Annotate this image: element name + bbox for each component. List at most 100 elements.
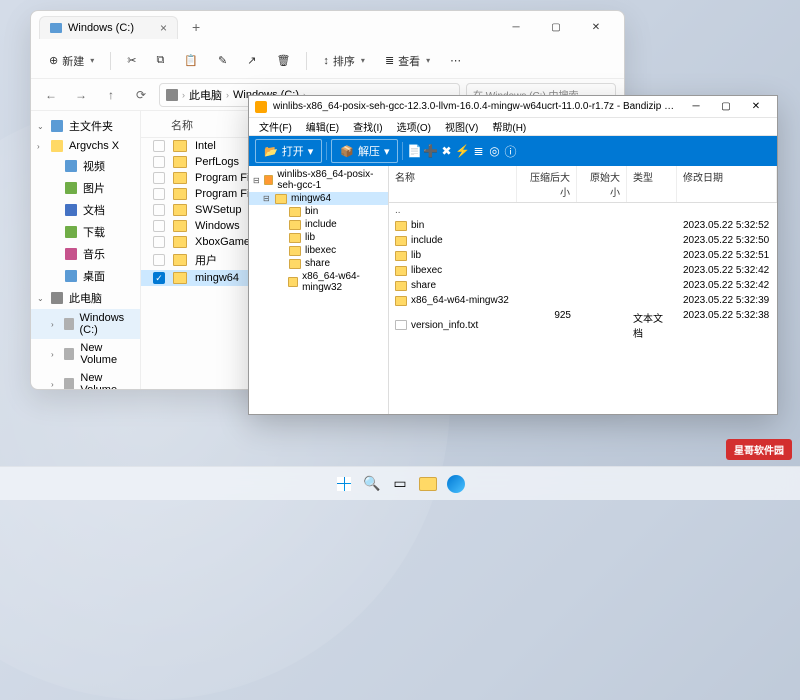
checkbox[interactable] [153,204,165,216]
sidebar-item[interactable]: 音乐 [31,243,140,265]
sidebar-item[interactable]: ⌄主文件夹 [31,115,140,137]
menu-item[interactable]: 视图(V) [439,118,484,135]
folder-icon [173,254,187,266]
more-icon[interactable]: ⋯ [442,50,469,71]
bz-minimize-button[interactable]: ─ [681,97,711,117]
checkbox[interactable] [153,254,165,266]
bz-open-button[interactable]: 📂 打开 ▾ [255,139,322,163]
delete-icon[interactable]: 🗑 [268,50,298,71]
bz-col-date[interactable]: 修改日期 [677,166,777,202]
tree-item[interactable]: include [249,218,388,231]
bz-maximize-button[interactable]: ▢ [711,97,741,117]
tree-item[interactable]: libexec [249,244,388,257]
bz-extract-button[interactable]: 📦 解压 ▾ [331,139,398,163]
tree-item[interactable]: bin [249,205,388,218]
checkbox[interactable]: ✓ [153,272,165,284]
tree-item[interactable]: lib [249,231,388,244]
explorer-tab[interactable]: Windows (C:) × [39,16,178,39]
folder-icon [395,296,407,306]
tree-item[interactable]: x86_64-w64-mingw32 [249,270,388,294]
column-name[interactable]: 名称 [171,117,193,133]
bz-info-icon[interactable]: ⓘ [503,144,517,158]
checkbox[interactable] [153,188,165,200]
bandizip-titlebar[interactable]: winlibs-x86_64-posix-seh-gcc-12.3.0-llvm… [249,96,777,118]
checkbox[interactable] [153,140,165,152]
list-row[interactable]: libexec2023.05.22 5:32:42 [389,263,777,278]
checkbox[interactable] [153,156,165,168]
close-tab-icon[interactable]: × [160,21,167,35]
paste-icon[interactable]: 📋 [176,50,206,71]
tree-item[interactable]: ⊟mingw64 [249,192,388,205]
folder-icon [173,188,187,200]
doc-icon [65,204,77,216]
folder-icon [173,272,187,284]
sidebar-item[interactable]: ›Argvchs X [31,137,140,155]
menu-item[interactable]: 选项(O) [391,118,437,135]
tree-item[interactable]: share [249,257,388,270]
bz-view-icon[interactable]: ≣ [471,144,485,158]
menu-item[interactable]: 查找(I) [347,118,388,135]
menu-item[interactable]: 帮助(H) [486,118,532,135]
bz-close-button[interactable]: ✕ [741,97,771,117]
copy-icon[interactable]: ⧉ [148,50,172,71]
close-button[interactable]: ✕ [576,13,616,41]
taskbar-taskview-icon[interactable]: ▭ [388,472,412,496]
list-row[interactable]: include2023.05.22 5:32:50 [389,233,777,248]
up-button[interactable]: ↑ [99,83,123,107]
folder-icon [395,251,407,261]
checkbox[interactable] [153,220,165,232]
sidebar-item[interactable]: 桌面 [31,265,140,287]
bz-test-icon[interactable]: ⚡ [455,144,469,158]
bz-col-name[interactable]: 名称 [389,166,517,202]
drive-icon [64,318,74,330]
cut-icon[interactable]: ✂ [119,50,144,71]
taskbar-edge-icon[interactable] [444,472,468,496]
list-row[interactable]: lib2023.05.22 5:32:51 [389,248,777,263]
sidebar-item[interactable]: 下载 [31,221,140,243]
rename-icon[interactable]: ✎ [210,50,235,71]
sidebar-item[interactable]: ›New Volume [31,339,140,369]
checkbox[interactable] [153,236,165,248]
file-icon [395,320,407,330]
bandizip-icon [255,101,267,113]
sidebar-item[interactable]: ›Windows (C:) [31,309,140,339]
list-row[interactable]: .. [389,203,777,218]
new-button[interactable]: ⊕ 新建▾ [41,49,102,73]
sidebar-item[interactable]: ›New Volume [31,369,140,389]
sidebar-item[interactable]: 视频 [31,155,140,177]
new-tab-button[interactable]: + [186,17,206,37]
bz-col-original[interactable]: 原始大小 [577,166,627,202]
maximize-button[interactable]: ▢ [536,13,576,41]
share-icon[interactable]: ↗ [239,50,264,71]
forward-button[interactable]: → [69,83,93,107]
list-row[interactable]: version_info.txt925文本文档2023.05.22 5:32:3… [389,308,777,342]
sidebar-item[interactable]: 图片 [31,177,140,199]
menu-item[interactable]: 文件(F) [253,118,298,135]
checkbox[interactable] [153,172,165,184]
bz-col-compressed[interactable]: 压缩后大小 [517,166,577,202]
view-button[interactable]: ≣ 查看▾ [377,49,438,73]
start-button[interactable] [332,472,356,496]
bz-col-type[interactable]: 类型 [627,166,677,202]
list-row[interactable]: share2023.05.22 5:32:42 [389,278,777,293]
menu-item[interactable]: 编辑(E) [300,118,345,135]
refresh-button[interactable]: ⟳ [129,83,153,107]
taskbar-explorer-icon[interactable] [416,472,440,496]
breadcrumb-pc[interactable]: 此电脑 [189,87,222,103]
bz-new-icon[interactable]: 📄 [407,144,421,158]
explorer-titlebar[interactable]: Windows (C:) × + ─ ▢ ✕ [31,11,624,43]
taskbar-search-icon[interactable]: 🔍 [360,472,384,496]
sidebar-item[interactable]: ⌄此电脑 [31,287,140,309]
back-button[interactable]: ← [39,83,63,107]
tree-item[interactable]: ⊟winlibs-x86_64-posix-seh-gcc-1 [249,168,388,192]
bz-delete-icon[interactable]: ✖ [439,144,453,158]
bz-scan-icon[interactable]: ◎ [487,144,501,158]
sidebar-item[interactable]: 文档 [31,199,140,221]
folder-icon [275,194,287,204]
list-row[interactable]: x86_64-w64-mingw322023.05.22 5:32:39 [389,293,777,308]
bz-add-icon[interactable]: ➕ [423,144,437,158]
folder-icon [51,140,63,152]
minimize-button[interactable]: ─ [496,13,536,41]
sort-button[interactable]: ↕ 排序▾ [315,49,373,73]
list-row[interactable]: bin2023.05.22 5:32:52 [389,218,777,233]
